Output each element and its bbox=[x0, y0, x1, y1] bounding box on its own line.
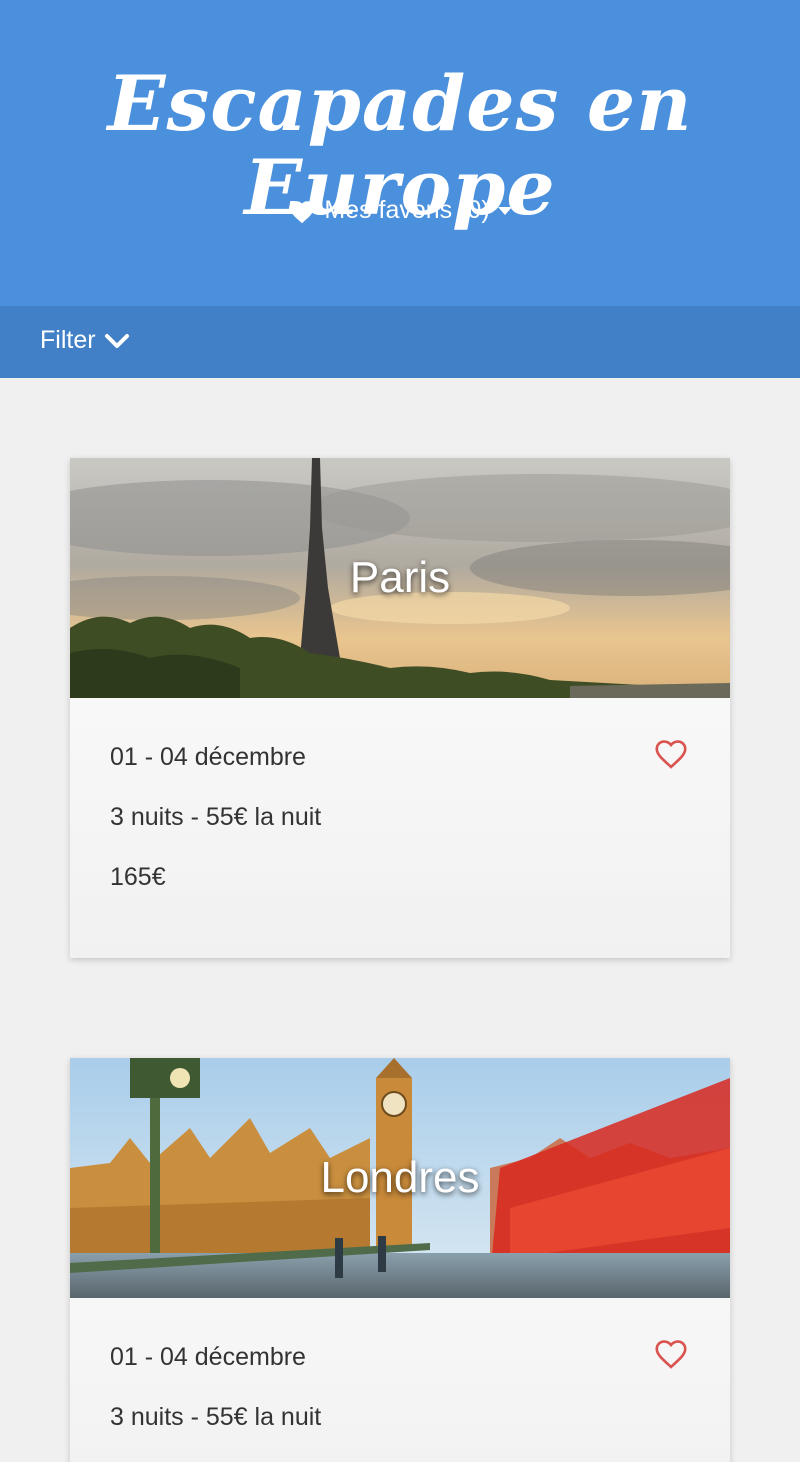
trip-card-paris[interactable]: Paris 01 - 04 décembre 3 nuits - 55€ la … bbox=[70, 458, 730, 958]
trip-card-londres[interactable]: Londres 01 - 04 décembre 3 nuits - 55€ l… bbox=[70, 1058, 730, 1462]
chevron-down-icon bbox=[104, 333, 129, 348]
trip-details: 01 - 04 décembre 3 nuits - 55€ la nuit 1… bbox=[70, 698, 730, 920]
filter-label: Filter bbox=[40, 326, 96, 354]
trip-details: 01 - 04 décembre 3 nuits - 55€ la nuit bbox=[70, 1298, 730, 1462]
filter-button[interactable]: Filter bbox=[40, 326, 130, 355]
heart-outline-icon bbox=[655, 1340, 687, 1369]
trip-nights-price: 3 nuits - 55€ la nuit bbox=[110, 803, 322, 831]
site-header: Escapades en Europe Mes favoris (0) bbox=[0, 0, 800, 306]
favorite-heart-button[interactable] bbox=[652, 1336, 690, 1375]
trip-dates: 01 - 04 décembre bbox=[110, 743, 306, 771]
trip-nights-price: 3 nuits - 55€ la nuit bbox=[110, 1403, 322, 1431]
favorites-dropdown[interactable]: Mes favoris (0) bbox=[0, 196, 800, 225]
heart-icon bbox=[290, 200, 315, 223]
trip-image-paris: Paris bbox=[70, 458, 730, 698]
favorites-label: Mes favoris (0) bbox=[324, 196, 490, 224]
trip-dates: 01 - 04 décembre bbox=[110, 1343, 306, 1371]
trip-city-name: Londres bbox=[320, 1153, 480, 1202]
favorite-heart-button[interactable] bbox=[652, 736, 690, 775]
trip-image-londres: Londres bbox=[70, 1058, 730, 1298]
filter-bar: Filter bbox=[0, 306, 800, 378]
trip-total-price: 165€ bbox=[110, 863, 166, 891]
caret-down-icon bbox=[497, 206, 512, 215]
heart-outline-icon bbox=[655, 740, 687, 769]
trip-city-name: Paris bbox=[349, 553, 451, 602]
